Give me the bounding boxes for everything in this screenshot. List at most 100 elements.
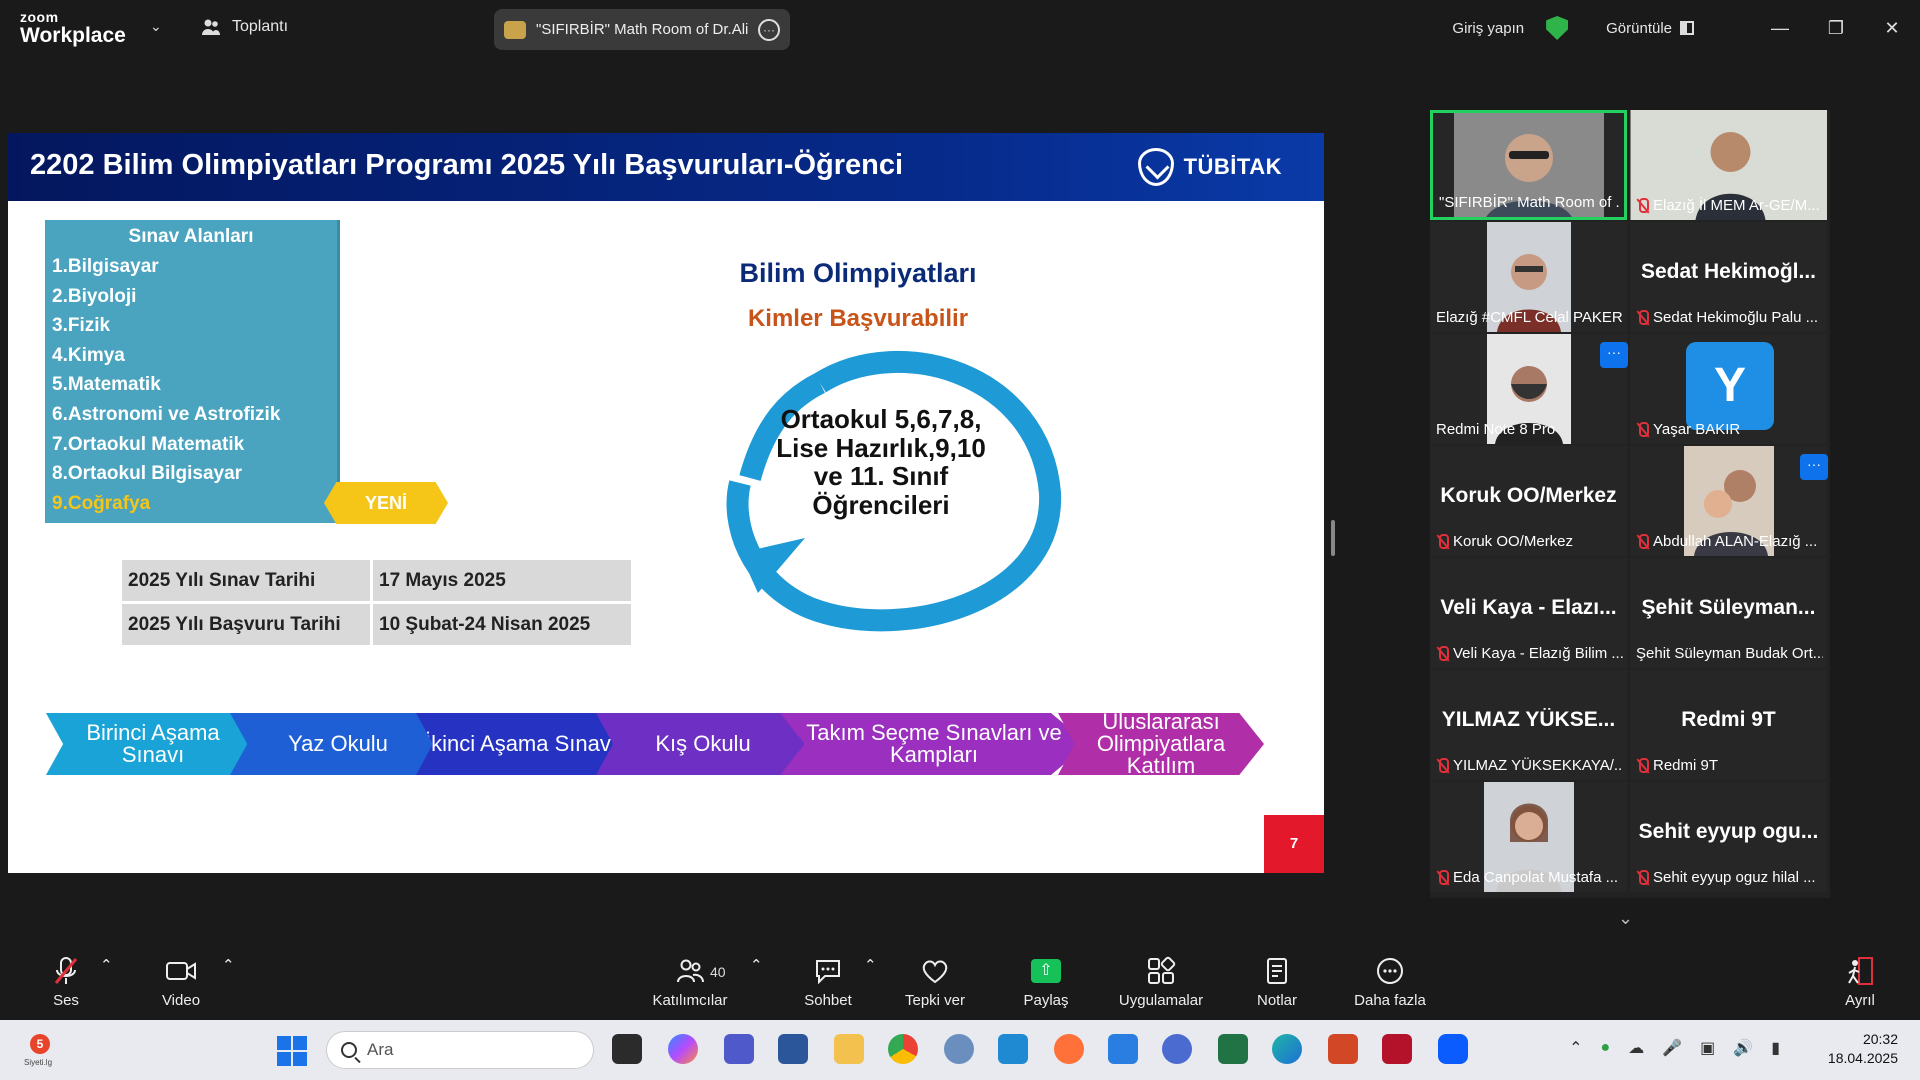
participants-gallery: "SIFIRBİR" Math Room of ... Elazığ İl ME… [1430,110,1830,898]
chat-button[interactable]: Sohbet [800,956,856,1009]
participant-name: Şehit Süleyman Budak Ort... [1636,645,1823,662]
copilot-icon[interactable] [668,1034,698,1064]
word-icon[interactable] [778,1034,808,1064]
participant-tile[interactable]: Sehit eyyup ogu... Sehit eyyup oguz hila… [1630,782,1827,892]
chevron-up-icon[interactable]: ⌃ [1569,1038,1582,1058]
new-badge: YENİ [324,482,448,524]
participant-tile[interactable]: Sedat Hekimoğl... Sedat Hekimoğlu Palu .… [1630,222,1827,332]
powerpoint-icon[interactable] [1328,1034,1358,1064]
exam-area-item: 2.Biyoloji [52,285,137,307]
split-resize-handle[interactable] [1331,520,1335,556]
file-explorer-icon[interactable] [834,1034,864,1064]
teams-icon[interactable] [724,1034,754,1064]
share-button[interactable]: ⇧ Paylaş [1020,956,1072,1009]
notes-button[interactable]: Notlar [1254,956,1300,1009]
weather-widget[interactable]: 5 Siyeti.lg [20,1028,60,1072]
chat-bubble-icon [800,956,856,986]
cloud-icon[interactable]: ☁ [1628,1038,1644,1058]
chevron-down-icon[interactable]: ⌄ [150,18,162,35]
participant-tile[interactable]: Elazığ İl MEM Ar-GE/M... [1630,110,1827,220]
security-tray-icon[interactable]: ● [1601,1039,1611,1057]
date-label: 2025 Yılı Başvuru Tarihi [122,604,370,645]
minimize-button[interactable]: — [1752,18,1808,39]
apps-button[interactable]: Uygulamalar [1116,956,1206,1009]
task-view-icon[interactable] [612,1034,642,1064]
battery-icon[interactable]: ▮ [1771,1038,1780,1058]
slide-title: 2202 Bilim Olimpiyatları Programı 2025 Y… [30,149,904,181]
globe-app-icon[interactable] [944,1034,974,1064]
meeting-info-pill[interactable]: "SIFIRBİR" Math Room of Dr.Ali İ ··· [494,9,790,50]
participants-options-caret[interactable]: ⌃ [750,956,763,974]
participant-tile[interactable]: Şehit Süleyman... Şehit Süleyman Budak O… [1630,558,1827,668]
participant-big-name: Sehit eyyup ogu... [1638,820,1819,843]
gallery-scroll-down-icon[interactable]: ⌄ [1618,908,1633,929]
view-button[interactable]: Görüntüle [1606,20,1672,37]
app-store-icon[interactable] [1108,1034,1138,1064]
participant-tile[interactable]: Redmi Note 8 Pro [1430,334,1627,444]
apps-label: Uygulamalar [1118,992,1204,1009]
logo-line2: Workplace [20,24,126,47]
mic-muted-icon [1636,197,1649,214]
microphone-icon[interactable]: 🎤 [1662,1038,1682,1058]
participant-tile[interactable]: Elazığ #CMFL Celal PAKER [1430,222,1627,332]
video-options-caret[interactable]: ⌃ [222,956,235,974]
exam-area-item: 8.Ortaokul Bilgisayar [52,463,243,485]
taskbar-clock[interactable]: 20:32 18.04.2025 [1828,1030,1898,1068]
participant-tile[interactable]: Veli Kaya - Elazı... Veli Kaya - Elazığ … [1430,558,1627,668]
network-icon[interactable]: ▣ [1700,1038,1715,1058]
audio-options-caret[interactable]: ⌃ [100,956,113,974]
zoom-workplace-logo[interactable]: zoom Workplace [20,10,126,46]
encryption-shield-icon[interactable] [1546,16,1569,40]
edge-icon[interactable] [1272,1034,1302,1064]
close-button[interactable]: ✕ [1864,18,1920,39]
viber-icon[interactable] [1162,1034,1192,1064]
restore-button[interactable]: ❐ [1808,18,1864,39]
more-button[interactable]: Daha fazla [1352,956,1428,1009]
leave-icon [1840,956,1880,986]
participant-name: YILMAZ YÜKSEKKAYA/... [1453,757,1623,774]
excel-icon[interactable] [1218,1034,1248,1064]
title-bar-right: Giriş yapın Görüntüle — ❐ ✕ [1452,0,1920,56]
participant-name-muted: YILMAZ YÜKSEKKAYA/... [1436,757,1623,774]
participant-tile[interactable]: Abdullah ALAN-Elazığ ... [1630,446,1827,556]
participant-name-muted: Sedat Hekimoğlu Palu ... [1636,309,1823,326]
participant-name-muted: Veli Kaya - Elazığ Bilim ... [1436,645,1623,662]
zoom-taskbar-icon[interactable] [1438,1034,1468,1064]
people-icon [202,19,220,35]
login-link[interactable]: Giriş yapın [1452,20,1524,37]
video-button[interactable]: Video [158,956,204,1009]
view-layout-icon[interactable] [1680,21,1694,35]
react-button[interactable]: Tepki ver [900,956,970,1009]
participant-tile[interactable]: YILMAZ YÜKSE... YILMAZ YÜKSEKKAYA/... [1430,670,1627,780]
notes-label: Notlar [1256,992,1297,1009]
participant-tile[interactable]: Koruk OO/Merkez Koruk OO/Merkez [1430,446,1627,556]
audio-button[interactable]: Ses [46,956,86,1009]
more-label: Daha fazla [1354,992,1426,1009]
dates-table: 2025 Yılı Sınav Tarihi 17 Mayıs 2025 202… [119,557,634,648]
meeting-menu[interactable]: Toplantı [200,16,288,38]
red-app-icon[interactable] [1382,1034,1412,1064]
participant-name: Yaşar BAKIR [1653,421,1741,438]
windows-start-icon[interactable] [277,1036,307,1066]
mic-muted-icon [1436,645,1449,662]
participant-tile[interactable]: Redmi 9T Redmi 9T [1630,670,1827,780]
leave-button[interactable]: Ayrıl [1840,956,1880,1009]
participant-tile[interactable]: Y Yaşar BAKIR [1630,334,1827,444]
chat-options-caret[interactable]: ⌃ [864,956,877,974]
participant-more-button[interactable]: ··· [1600,342,1628,368]
participant-name: Redmi 9T [1653,757,1719,774]
table-row: 2025 Yılı Başvuru Tarihi 10 Şubat-24 Nis… [122,604,631,645]
taskbar-search-input[interactable]: Ara [326,1031,594,1069]
participant-more-button[interactable]: ··· [1800,454,1828,480]
notes-icon [1254,956,1300,986]
volume-icon[interactable]: 🔊 [1733,1038,1753,1058]
participant-tile[interactable]: "SIFIRBİR" Math Room of ... [1430,110,1627,220]
participant-big-name: Sedat Hekimoğl... [1640,260,1817,283]
slide-page-number: 7 [1264,815,1324,873]
vscode-icon[interactable] [998,1034,1028,1064]
meeting-more-icon[interactable]: ··· [758,18,780,41]
heart-icon [900,956,970,986]
chrome-icon[interactable] [888,1034,918,1064]
firefox-icon[interactable] [1054,1034,1084,1064]
participant-tile[interactable]: Eda Canpolat Mustafa ... [1430,782,1627,892]
